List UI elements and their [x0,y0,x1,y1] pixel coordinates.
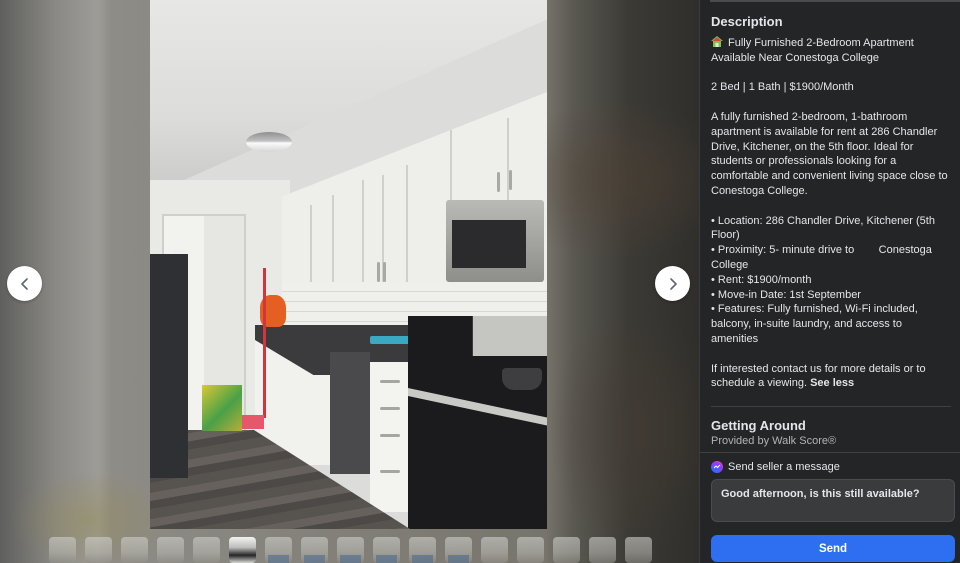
photo-thumbnail[interactable] [481,537,508,563]
photo-cabinet-edge [332,195,334,283]
see-less-link[interactable]: See less [810,377,854,389]
description-text: Fully Furnished 2-Bedroom Apartment Avai… [711,36,951,391]
photo-viewer [0,0,699,563]
bullet-proximity: • Proximity: 5- minute drive to Conestog… [711,244,935,271]
thumbnail-strip [49,537,652,563]
section-divider [711,405,951,407]
photo-cabinet-edge [362,180,364,283]
description-closing: If interested contact us for more detail… [711,362,926,390]
bullet-move-in: • Move-in Date: 1st September [711,288,861,301]
photo-handle [509,170,512,190]
walk-score-provider: Provided by Walk Score® [711,434,837,447]
send-button[interactable]: Send [711,535,955,562]
message-input[interactable]: Good afternoon, is this still available? [711,479,955,522]
photo-handle [497,172,500,192]
previous-photo-button[interactable] [7,266,42,301]
photo-fridge [150,254,188,478]
photo-thumbnail[interactable] [49,537,76,563]
photo-thumbnail[interactable] [337,537,364,563]
photo-pot [502,368,542,390]
photo-thumbnail[interactable] [589,537,616,563]
photo-thumbnail[interactable] [157,537,184,563]
message-seller-section: Send seller a message Good afternoon, is… [700,452,960,563]
photo-handle [383,262,386,282]
bullet-rent: • Rent: $1900/month [711,273,812,286]
photo-ceiling-light [246,132,292,152]
photo-dishwasher [330,352,370,474]
photo-handle [377,262,380,282]
listing-photo[interactable] [150,0,547,529]
getting-around-heading: Getting Around [711,417,806,433]
photo-cabinet-edge [450,130,452,200]
photo-thumbnail[interactable] [121,537,148,563]
photo-microwave [446,200,544,282]
messenger-icon [711,461,723,473]
photo-drawers [370,362,410,512]
photo-shopping-bag [202,385,242,431]
photo-thumbnail[interactable] [625,537,652,563]
chevron-left-icon [20,277,28,290]
photo-broom [263,268,266,418]
photo-thumbnail[interactable] [517,537,544,563]
photo-thumbnail[interactable] [373,537,400,563]
house-icon [711,36,723,47]
chevron-right-icon [669,277,677,290]
photo-cabinet-edge [310,205,312,283]
details-scroll-area[interactable]: Description Fully Furnished 2-Bedroom Ap… [700,0,960,452]
message-label: Send seller a message [711,461,956,473]
description-body: A fully furnished 2-bedroom, 1-bathroom … [711,110,948,197]
bullet-features: • Features: Fully furnished, Wi-Fi inclu… [711,303,918,345]
photo-thumbnail[interactable] [445,537,472,563]
photo-thumbnail[interactable] [553,537,580,563]
photo-stove [408,316,547,529]
photo-towel [370,336,410,344]
bullet-location: • Location: 286 Chandler Drive, Kitchene… [711,214,935,242]
description-bullets: • Location: 286 Chandler Drive, Kitchene… [711,214,951,347]
next-photo-button[interactable] [655,266,690,301]
photo-thumbnail[interactable] [265,537,292,563]
photo-cabinet-edge [406,165,408,283]
description-summary: 2 Bed | 1 Bath | $1900/Month [711,81,854,94]
listing-details-panel: Description Fully Furnished 2-Bedroom Ap… [699,0,960,563]
photo-thumbnail[interactable] [301,537,328,563]
photo-thumbnail[interactable] [193,537,220,563]
photo-thumbnail[interactable] [409,537,436,563]
photo-thumbnail[interactable] [229,537,256,563]
description-heading: Description [711,14,783,29]
photo-thumbnail[interactable] [85,537,112,563]
description-headline: Fully Furnished 2-Bedroom Apartment Avai… [711,36,914,64]
